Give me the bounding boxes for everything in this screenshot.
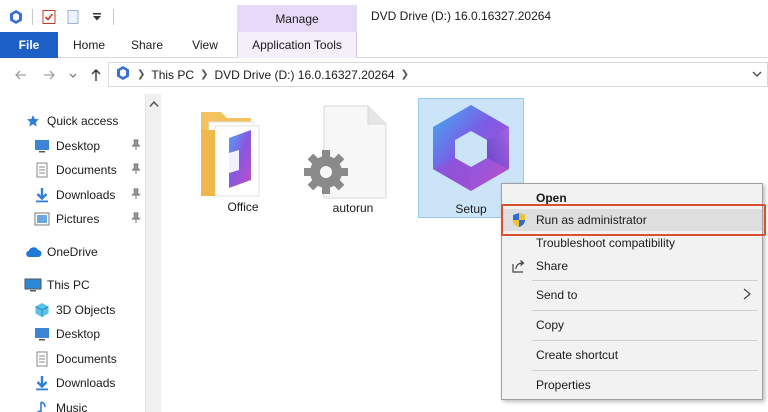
pin-icon[interactable] [131,212,141,227]
file-item-office[interactable]: Office [190,100,296,220]
nav-label: Documents [56,352,117,366]
menu-label: Share [536,259,569,273]
pin-icon[interactable] [131,188,141,203]
navigation-row: ❯ This PC ❯ DVD Drive (D:) 16.0.16327.20… [0,62,768,88]
ribbon-tabs: File Home Share View Application Tools [0,32,768,58]
menu-item-copy[interactable]: Copy [502,314,762,336]
documents-icon [33,351,51,367]
nav-label: 3D Objects [56,303,116,317]
forward-arrow-icon[interactable] [38,64,60,86]
breadcrumb-dvd-drive[interactable]: DVD Drive (D:) 16.0.16327.20264 [214,68,394,82]
share-icon [511,258,527,274]
nav-label: Desktop [56,327,101,341]
recent-locations-chevron-icon[interactable] [62,64,84,86]
nav-desktop-pinned[interactable]: Desktop [33,135,145,157]
nav-pictures-pinned[interactable]: Pictures [33,208,145,230]
address-dropdown-chevron-icon[interactable] [751,68,763,83]
nav-label: Desktop [56,139,101,153]
tab-view[interactable]: View [182,32,228,58]
downloads-icon [33,375,51,391]
menu-item-create-shortcut[interactable]: Create shortcut [502,344,762,366]
submenu-chevron-icon [742,287,752,304]
music-icon [33,400,51,412]
nav-label: Quick access [47,114,119,128]
menu-separator [532,370,758,371]
folder-office-icon [199,108,265,203]
menu-label: Open [536,191,567,205]
address-location-icon [115,65,131,84]
nav-this-pc[interactable]: This PC [24,274,145,296]
manage-label: Manage [275,12,319,26]
downloads-icon [33,187,51,203]
quick-access-toolbar [6,6,116,28]
toolbar-divider [113,9,114,25]
menu-separator [532,280,758,281]
nav-downloads[interactable]: Downloads [33,372,145,394]
computer-icon [24,277,42,293]
menu-item-properties[interactable]: Properties [502,374,762,396]
star-icon [24,113,42,129]
back-arrow-icon[interactable] [10,64,32,86]
nav-label: OneDrive [47,245,98,259]
app-logo-icon[interactable] [6,7,26,27]
nav-onedrive[interactable]: OneDrive [24,241,145,263]
nav-label: Downloads [56,188,116,202]
file-name: Office [227,200,259,214]
menu-item-share[interactable]: Share [502,255,762,277]
menu-label: Copy [536,318,565,332]
menu-label: Troubleshoot compatibility [536,236,675,250]
nav-quick-access[interactable]: Quick access [24,110,145,132]
breadcrumb-chevron-icon[interactable]: ❯ [137,69,145,80]
window-title: DVD Drive (D:) 16.0.16327.20264 [371,9,552,23]
nav-label: Music [56,401,88,412]
menu-label: Create shortcut [536,348,619,362]
menu-label: Send to [536,288,578,302]
documents-icon [33,162,51,178]
breadcrumb-this-pc[interactable]: This PC [151,68,194,82]
tab-file[interactable]: File [0,32,58,58]
breadcrumb-chevron-icon[interactable]: ❯ [401,69,409,80]
desktop-icon [33,326,51,342]
menu-label: Properties [536,378,591,392]
customize-toolbar-icon[interactable] [87,7,107,27]
desktop-icon [33,138,51,154]
manage-context-tab-group[interactable]: Manage [237,5,357,32]
nav-music[interactable]: Music [33,397,145,412]
nav-downloads-pinned[interactable]: Downloads [33,184,145,206]
nav-3d-objects[interactable]: 3D Objects [33,299,145,321]
title-bar: Manage DVD Drive (D:) 16.0.16327.20264 [0,0,768,32]
scroll-up-arrow-icon[interactable] [149,97,159,111]
nav-documents[interactable]: Documents [33,348,145,370]
navigation-pane: Quick access Desktop Documents Downloads [0,96,145,412]
file-name: autorun [332,201,374,215]
toolbar-divider [32,9,33,25]
menu-separator [532,310,758,311]
nav-desktop[interactable]: Desktop [33,323,145,345]
run-as-admin-callout-box [501,204,766,236]
nav-label: Downloads [56,376,116,390]
settings-file-icon [300,104,390,203]
pictures-icon [33,211,51,227]
nav-label: This PC [47,278,90,292]
properties-check-icon[interactable] [39,7,59,27]
3d-objects-icon [33,302,51,318]
nav-label: Pictures [56,212,100,226]
menu-item-send-to[interactable]: Send to [502,284,762,306]
navpane-scrollbar[interactable] [145,94,161,412]
breadcrumb-chevron-icon[interactable]: ❯ [200,69,208,80]
pin-icon[interactable] [131,163,141,178]
tab-application-tools[interactable]: Application Tools [237,32,357,58]
nav-label: Documents [56,163,117,177]
menu-separator [532,340,758,341]
pin-icon[interactable] [131,139,141,154]
nav-documents-pinned[interactable]: Documents [33,159,145,181]
new-folder-icon[interactable] [63,7,83,27]
cloud-icon [24,244,42,260]
up-arrow-icon[interactable] [85,64,107,86]
tab-share[interactable]: Share [122,32,172,58]
tab-home[interactable]: Home [64,32,114,58]
file-item-autorun[interactable]: autorun [300,100,406,220]
address-bar[interactable]: ❯ This PC ❯ DVD Drive (D:) 16.0.16327.20… [108,62,768,87]
